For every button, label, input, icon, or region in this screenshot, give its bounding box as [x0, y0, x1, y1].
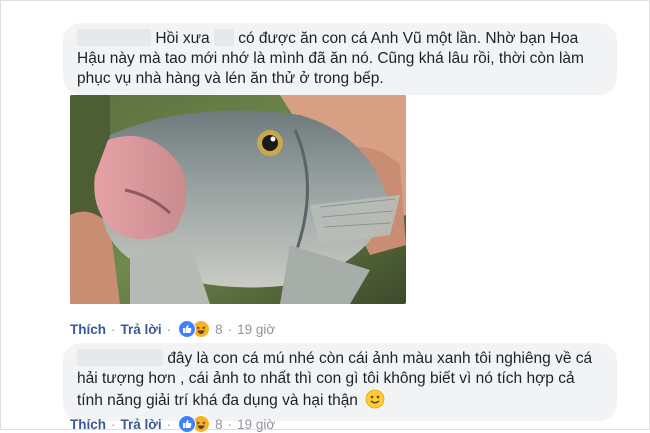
- redacted-word: [213, 29, 234, 46]
- like-link[interactable]: Thích: [70, 417, 106, 432]
- like-link[interactable]: Thích: [70, 322, 106, 337]
- redacted-author-name[interactable]: [77, 29, 151, 46]
- reaction-count: 8: [215, 321, 223, 337]
- reply-link[interactable]: Trả lời: [121, 417, 162, 432]
- reply-link[interactable]: Trả lời: [121, 322, 162, 337]
- reaction-summary[interactable]: 8: [178, 415, 223, 433]
- smile-emoji-icon: [365, 389, 385, 415]
- timestamp[interactable]: 19 giờ: [237, 322, 275, 337]
- thumbs-up-icon: [178, 415, 197, 433]
- thumbs-up-icon: [178, 320, 197, 338]
- comment-panel: Hồi xưa có được ăn con cá Anh Vũ một lần…: [0, 0, 650, 433]
- timestamp[interactable]: 19 giờ: [237, 417, 275, 432]
- comment-photo-fish[interactable]: [70, 95, 406, 304]
- comment-text-part2: có được ăn con cá Anh Vũ một lần. Nhờ bạ…: [77, 30, 584, 87]
- redacted-author-name[interactable]: [77, 349, 163, 366]
- fish-photo-image: [70, 95, 406, 304]
- comment-text-part1: Hồi xưa: [155, 30, 210, 47]
- comment-1: Hồi xưa có được ăn con cá Anh Vũ một lần…: [63, 23, 637, 95]
- comment-bubble: đây là con cá mú nhé còn cái ảnh màu xan…: [63, 343, 617, 421]
- reaction-summary[interactable]: 8: [178, 320, 223, 338]
- comment-1-actions: Thích · Trả lời · 8 · 19 giờ: [70, 320, 276, 338]
- reaction-count: 8: [215, 416, 223, 432]
- comment-2: đây là con cá mú nhé còn cái ảnh màu xan…: [63, 343, 637, 421]
- comment-2-actions: Thích · Trả lời · 8 · 19 giờ: [70, 415, 276, 433]
- comment-bubble: Hồi xưa có được ăn con cá Anh Vũ một lần…: [63, 23, 617, 95]
